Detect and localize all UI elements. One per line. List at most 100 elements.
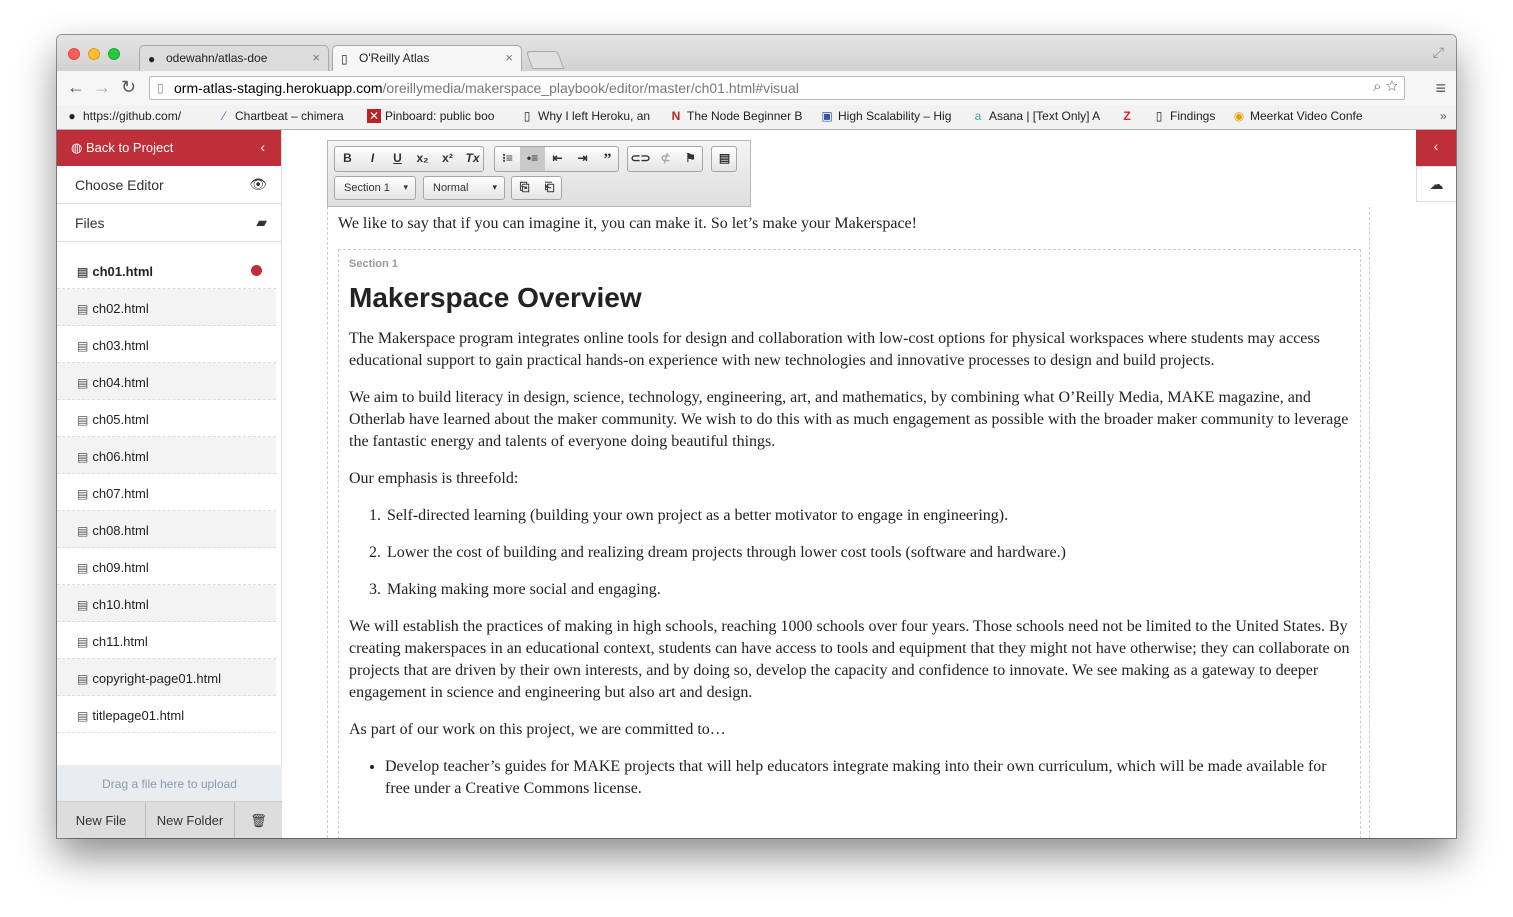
reload-icon[interactable]: ↻ <box>121 77 136 98</box>
remove-format-button[interactable]: Tx <box>460 147 485 171</box>
file-item[interactable]: ▤ ch06.html <box>57 437 276 474</box>
file-name: ch09.html <box>92 560 149 575</box>
blockquote-button[interactable]: ” <box>595 147 620 171</box>
upload-dropzone[interactable]: Drag a file here to upload <box>57 765 282 801</box>
file-item[interactable]: ▤ ch03.html <box>57 326 276 363</box>
paragraph[interactable]: The Makerspace program integrates online… <box>349 328 1350 372</box>
chevron-left-icon[interactable]: ‹ <box>260 139 265 155</box>
paste-text-icon[interactable]: ⎗ <box>537 177 562 199</box>
file-name: titlepage01.html <box>92 708 185 723</box>
asana-icon: a <box>974 109 982 123</box>
file-item[interactable]: ▤ ch10.html <box>57 585 276 622</box>
italic-button[interactable]: I <box>360 147 385 171</box>
section-select[interactable]: Section 1 ▾ <box>334 176 416 200</box>
back-arrow-icon[interactable]: ← <box>67 77 85 98</box>
style-select[interactable]: Normal ▾ <box>423 176 505 200</box>
file-item[interactable]: ▤ titlepage01.html <box>57 696 276 733</box>
bookmark-asana[interactable]: a Asana | [Text Only] A <box>971 109 1101 123</box>
list-item[interactable]: Making making more social and engaging. <box>385 579 1350 601</box>
choose-editor-row[interactable]: Choose Editor 👁 <box>57 166 281 204</box>
files-row[interactable]: Files ▰ <box>57 204 281 242</box>
bookmark-node-beginner[interactable]: N The Node Beginner B <box>669 109 803 123</box>
file-item[interactable]: ▤ ch01.html <box>57 252 276 289</box>
bookmark-high-scalability[interactable]: ▣ High Scalability – Hig <box>820 109 951 123</box>
file-item[interactable]: ▤ copyright-page01.html <box>57 659 276 696</box>
search-icon[interactable]: ⌕ <box>1373 78 1381 95</box>
paragraph[interactable]: Our emphasis is threefold: <box>349 468 1350 490</box>
minimize-window-button[interactable] <box>88 48 100 60</box>
bookmark-pinboard[interactable]: ✕ Pinboard: public boo <box>367 109 494 123</box>
close-tab-icon[interactable]: × <box>312 50 320 65</box>
bookmark-z[interactable]: Z <box>1120 109 1138 123</box>
page-icon: ▯ <box>157 81 164 95</box>
address-bar[interactable]: ▯ orm-atlas-staging.herokuapp.com/oreill… <box>149 76 1405 100</box>
trash-icon[interactable]: 🗑 <box>235 802 282 838</box>
eye-icon: 👁 <box>249 176 267 192</box>
file-item[interactable]: ▤ ch05.html <box>57 400 276 437</box>
file-name: ch05.html <box>92 412 149 427</box>
bulleted-list-button[interactable]: •≡ <box>520 147 545 171</box>
star-icon[interactable]: ☆ <box>1386 78 1398 95</box>
file-item[interactable]: ▤ ch08.html <box>57 511 276 548</box>
list-group: ⁝≡ •≡ ⇤ ⇥ ” <box>494 146 619 172</box>
superscript-button[interactable]: x² <box>435 147 460 171</box>
tab-strip: ● odewahn/atlas-doe × ▯ O'Reilly Atlas ×… <box>57 35 1456 71</box>
new-tab-button[interactable] <box>525 51 565 69</box>
text-format-group: B I U x₂ x² Tx <box>334 146 484 172</box>
tab-github[interactable]: ● odewahn/atlas-doe × <box>139 45 329 71</box>
new-folder-button[interactable]: New Folder <box>146 802 235 838</box>
files-label: Files <box>75 215 105 231</box>
url-path: /oreillymedia/makerspace_playbook/editor… <box>382 80 799 96</box>
bookmarks-bar: ● https://github.com/ ⁄ Chartbeat – chimer… <box>57 105 1456 130</box>
film-icon[interactable]: ▤ <box>712 147 737 171</box>
fullscreen-icon[interactable]: ⤢ <box>1433 44 1444 61</box>
menu-icon[interactable]: ≡ <box>1435 78 1446 99</box>
list-item[interactable]: Self-directed learning (building your ow… <box>385 505 1350 527</box>
section-block[interactable]: Section 1 Makerspace Overview The Makers… <box>338 249 1361 838</box>
bookmark-heroku-post[interactable]: ▯ Why I left Heroku, an <box>520 109 650 123</box>
file-icon: ▤ <box>77 450 89 464</box>
file-item[interactable]: ▤ ch11.html <box>57 622 276 659</box>
bookmark-findings[interactable]: ▯ Findings <box>1152 109 1216 123</box>
list-item[interactable]: Develop teacher’s guides for MAKE projec… <box>385 756 1350 800</box>
paragraph[interactable]: We aim to build literacy in design, scie… <box>349 387 1350 453</box>
paragraph[interactable]: As part of our work on this project, we … <box>349 719 1350 741</box>
close-window-button[interactable] <box>68 48 80 60</box>
list-item[interactable]: Lower the cost of building and realizing… <box>385 542 1350 564</box>
new-file-button[interactable]: New File <box>57 802 146 838</box>
paragraph[interactable]: We will establish the practices of makin… <box>349 616 1350 704</box>
back-to-project-button[interactable]: ◍ Back to Project ‹ <box>57 130 281 166</box>
outdent-button[interactable]: ⇤ <box>545 147 570 171</box>
cloud-upload-icon[interactable]: ☁ <box>1416 166 1456 202</box>
indent-button[interactable]: ⇥ <box>570 147 595 171</box>
bookmark-github[interactable]: ● https://github.com/ <box>65 109 181 123</box>
file-name: ch01.html <box>92 264 154 279</box>
section-label: Section 1 <box>349 258 398 270</box>
bookmark-chartbeat[interactable]: ⁄ Chartbeat – chimera <box>217 109 344 123</box>
numbered-list-button[interactable]: ⁝≡ <box>495 147 520 171</box>
underline-button[interactable]: U <box>385 147 410 171</box>
file-item[interactable]: ▤ ch02.html <box>57 289 276 326</box>
file-item[interactable]: ▤ ch04.html <box>57 363 276 400</box>
unlink-icon[interactable]: ⊄ <box>653 147 678 171</box>
tab-oreilly-atlas[interactable]: ▯ O'Reilly Atlas × <box>332 45 522 71</box>
file-item[interactable]: ▤ ch07.html <box>57 474 276 511</box>
forward-arrow-icon[interactable]: → <box>93 77 111 98</box>
maximize-window-button[interactable] <box>108 48 120 60</box>
bookmark-meerkat[interactable]: ◉ Meerkat Video Confe <box>1232 109 1363 123</box>
file-item[interactable]: ▤ ch09.html <box>57 548 276 585</box>
close-tab-icon[interactable]: × <box>505 50 513 65</box>
anchor-flag-icon[interactable]: ⚑ <box>678 147 703 171</box>
bold-button[interactable]: B <box>335 147 360 171</box>
subscript-button[interactable]: x₂ <box>410 147 435 171</box>
github-icon: ● <box>148 52 156 66</box>
file-name: ch08.html <box>92 523 149 538</box>
collapse-panel-chevron-icon[interactable]: ‹ <box>1416 130 1456 166</box>
intro-paragraph[interactable]: We like to say that if you can imagine i… <box>338 215 917 233</box>
document-editor[interactable]: We like to say that if you can imagine i… <box>327 207 1370 838</box>
section-title[interactable]: Makerspace Overview <box>349 282 1350 314</box>
bookmarks-overflow-icon[interactable]: » <box>1440 109 1447 123</box>
file-name: ch11.html <box>92 634 148 649</box>
link-icon[interactable]: ⊂⊃ <box>628 147 653 171</box>
paste-icon[interactable]: ⎘ <box>512 177 537 199</box>
